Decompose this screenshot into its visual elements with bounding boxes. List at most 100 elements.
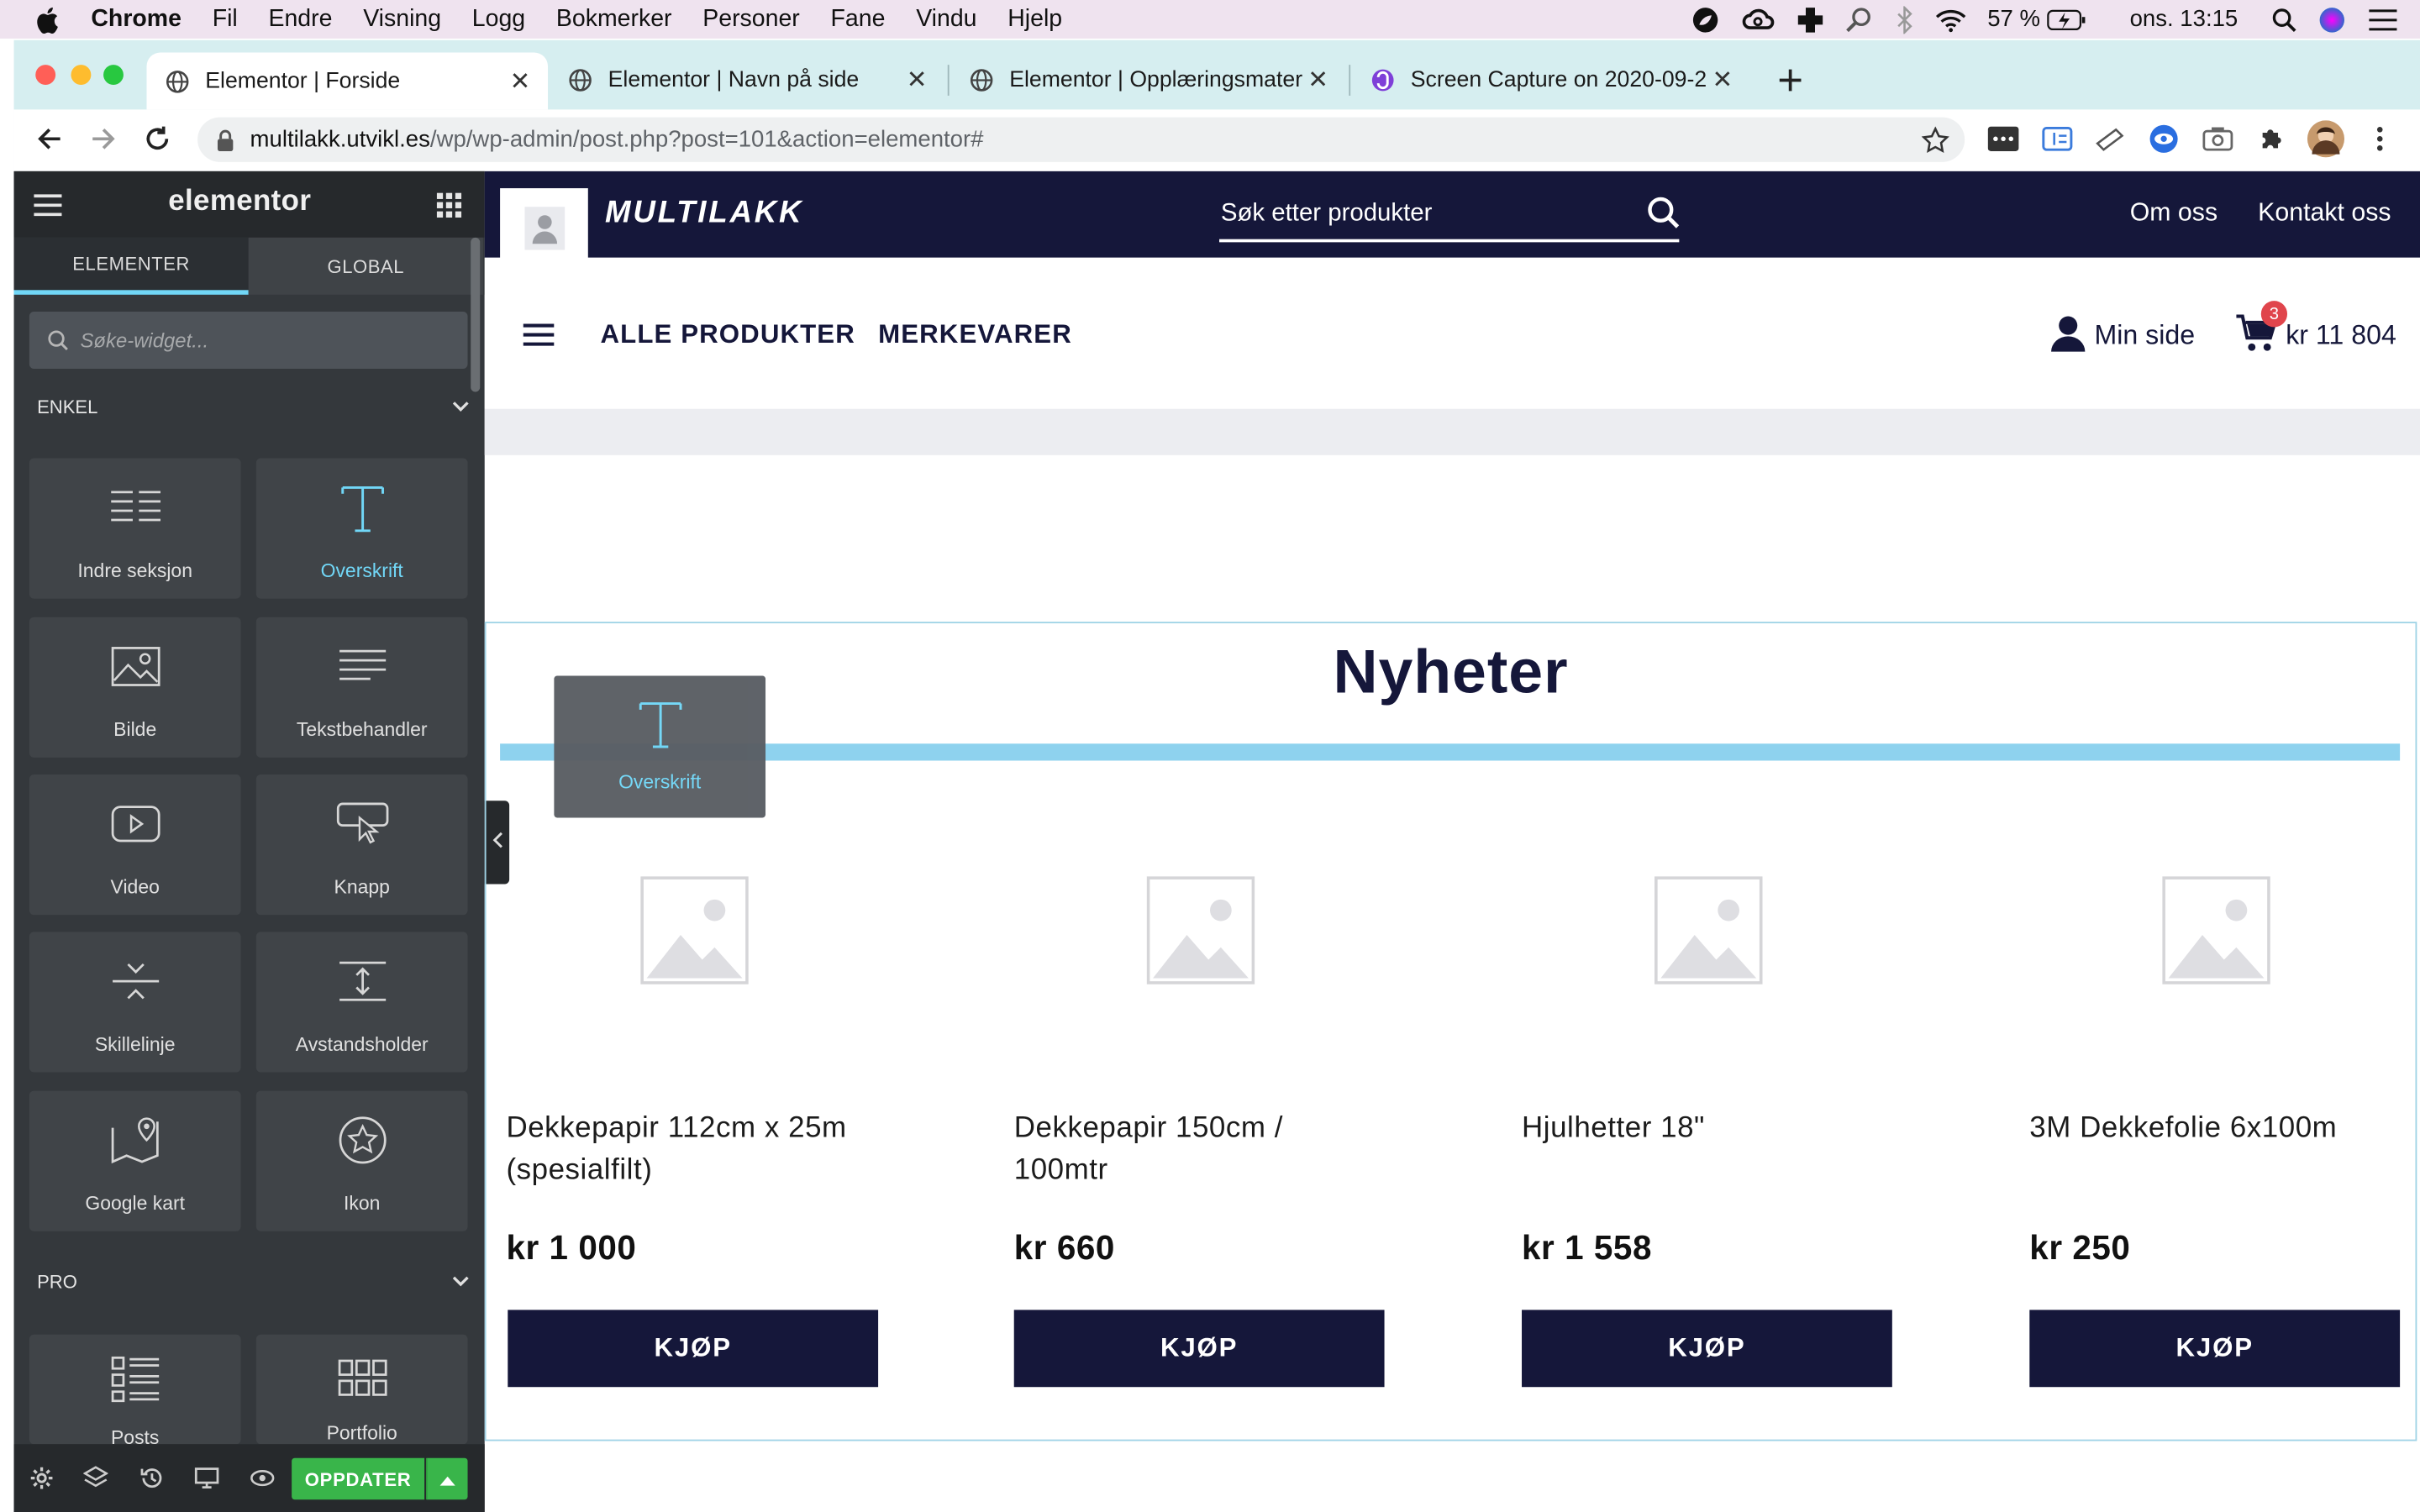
menu-people[interactable]: Personer	[702, 5, 800, 33]
profile-avatar[interactable]	[2307, 120, 2345, 158]
extensions-puzzle-icon[interactable]	[2256, 123, 2287, 155]
tab-elementor-opplaering[interactable]: Elementor | Opplæringsmateriell ✕	[950, 52, 1345, 108]
widget-text-editor[interactable]: Tekstbehandler	[255, 617, 468, 758]
site-search-icon[interactable]	[1647, 196, 1681, 229]
buy-button[interactable]: KJØP	[1522, 1310, 1892, 1388]
widget-divider[interactable]: Skillelinje	[29, 932, 241, 1073]
panel-scrollbar[interactable]	[471, 237, 481, 392]
product-name[interactable]: Dekkepapir 150cm / 100mtr	[1014, 1108, 1369, 1191]
apple-icon[interactable]	[34, 5, 58, 34]
widget-spacer[interactable]: Avstandsholder	[255, 932, 468, 1073]
leaf-icon[interactable]	[1691, 5, 1719, 33]
clock-text[interactable]: ons. 13:15	[2130, 6, 2238, 32]
address-bar[interactable]: multilakk.utvikl.es/wp/wp-admin/post.php…	[197, 117, 1965, 162]
widget-search-input[interactable]: Søke-widget...	[29, 312, 468, 369]
category-pro[interactable]: PRO	[37, 1267, 469, 1298]
tab-close-icon[interactable]: ✕	[902, 65, 933, 96]
product-name[interactable]: Hjulhetter 18"	[1522, 1108, 1892, 1150]
hamburger-menu-icon[interactable]	[33, 193, 64, 218]
widget-image[interactable]: Bilde	[29, 617, 241, 758]
product-image-placeholder[interactable]	[1654, 876, 1763, 984]
widget-posts[interactable]: Posts	[29, 1334, 241, 1445]
extension-eye-icon[interactable]	[2149, 123, 2180, 155]
buy-button[interactable]: KJØP	[1013, 1310, 1385, 1388]
creative-cloud-icon[interactable]	[1740, 7, 1774, 31]
tab-close-icon[interactable]: ✕	[1302, 65, 1334, 96]
widget-heading[interactable]: Overskrift	[255, 458, 468, 599]
battery-icon[interactable]	[2046, 8, 2086, 30]
menu-help[interactable]: Hjelp	[1007, 5, 1062, 33]
notification-center-icon[interactable]	[2368, 7, 2399, 31]
site-search-input[interactable]: Søk etter produkter	[1221, 201, 1653, 228]
category-basic[interactable]: ENKEL	[37, 392, 469, 423]
tab-elementer[interactable]: ELEMENTER	[13, 237, 249, 295]
magnifier-icon[interactable]	[1845, 5, 1873, 33]
update-options-button[interactable]	[425, 1457, 468, 1500]
responsive-desktop-icon[interactable]	[190, 1462, 224, 1494]
tab-close-icon[interactable]: ✕	[505, 66, 536, 97]
menu-window[interactable]: Vindu	[916, 5, 976, 33]
cart-total[interactable]: kr 11 804	[2286, 319, 2396, 352]
menu-bookmarks[interactable]: Bokmerker	[556, 5, 672, 33]
tab-elementor-navn[interactable]: Elementor | Navn på side ✕	[550, 52, 944, 108]
product-image-placeholder[interactable]	[640, 876, 749, 984]
widget-inner-section[interactable]: Indre seksjon	[29, 458, 241, 599]
widgets-grid-icon[interactable]	[436, 192, 462, 218]
plus-icon[interactable]	[1796, 5, 1823, 33]
menu-edit[interactable]: Endre	[268, 5, 332, 33]
navigator-layers-icon[interactable]	[79, 1462, 113, 1494]
menu-app-name[interactable]: Chrome	[91, 5, 182, 33]
menu-view[interactable]: Visning	[363, 5, 441, 33]
window-zoom-button[interactable]	[103, 65, 124, 86]
spotlight-icon[interactable]	[2272, 7, 2296, 32]
site-menu-icon[interactable]	[523, 323, 555, 347]
extension-dots-icon[interactable]	[1987, 123, 2019, 155]
buy-button[interactable]: KJØP	[508, 1310, 879, 1388]
dragged-heading-widget[interactable]: Overskrift	[554, 675, 766, 818]
wifi-icon[interactable]	[1935, 7, 1966, 32]
product-name[interactable]: 3M Dekkefolie 6x100m	[2029, 1108, 2407, 1150]
widget-icon[interactable]: Ikon	[255, 1090, 468, 1231]
settings-gear-icon[interactable]	[24, 1462, 58, 1494]
user-account-icon[interactable]	[2051, 315, 2086, 352]
menu-history[interactable]: Logg	[472, 5, 525, 33]
extension-pen-icon[interactable]	[2094, 123, 2125, 155]
widget-portfolio[interactable]: Portfolio	[255, 1334, 468, 1445]
site-brand[interactable]: MULTILAKK	[605, 196, 803, 231]
product-name[interactable]: Dekkepapir 112cm x 25m (spesialfilt)	[506, 1108, 892, 1191]
tab-elementor-forside[interactable]: Elementor | Forside ✕	[146, 52, 549, 110]
extension-camera-icon[interactable]	[2202, 123, 2233, 155]
extension-reader-icon[interactable]	[2042, 123, 2073, 155]
lock-icon[interactable]	[216, 129, 234, 151]
reload-icon[interactable]	[139, 120, 176, 157]
product-image-placeholder[interactable]	[2162, 876, 2270, 984]
link-min-side[interactable]: Min side	[2094, 319, 2195, 352]
window-close-button[interactable]	[35, 65, 56, 86]
buy-button[interactable]: KJØP	[2029, 1310, 2401, 1388]
nav-merkevarer[interactable]: MERKEVARER	[878, 319, 1072, 350]
window-minimize-button[interactable]	[71, 65, 92, 86]
update-button[interactable]: OPPDATER	[292, 1457, 425, 1500]
bookmark-star-icon[interactable]	[1921, 126, 1949, 160]
link-kontakt-oss[interactable]: Kontakt oss	[2258, 199, 2391, 228]
widget-google-map[interactable]: Google kart	[29, 1090, 241, 1231]
nav-alle-produkter[interactable]: ALLE PRODUKTER	[600, 319, 855, 350]
product-image-placeholder[interactable]	[1146, 876, 1255, 984]
chrome-menu-icon[interactable]	[2365, 123, 2396, 155]
section-heading[interactable]: Nyheter	[485, 638, 2417, 708]
preview-eye-icon[interactable]	[245, 1462, 279, 1494]
history-icon[interactable]	[134, 1462, 168, 1494]
widget-button[interactable]: Knapp	[255, 774, 468, 916]
new-tab-icon[interactable]	[1772, 61, 1809, 98]
bluetooth-icon[interactable]	[1895, 5, 1913, 34]
tab-close-icon[interactable]: ✕	[1707, 65, 1738, 96]
tab-global[interactable]: GLOBAL	[248, 237, 483, 295]
link-om-oss[interactable]: Om oss	[2130, 199, 2217, 228]
menu-file[interactable]: Fil	[213, 5, 238, 33]
back-icon[interactable]	[31, 120, 68, 157]
widget-video[interactable]: Video	[29, 774, 241, 916]
siri-icon[interactable]	[2318, 5, 2346, 33]
tab-screen-capture[interactable]: Screen Capture on 2020-09-2 ✕	[1352, 52, 1750, 108]
forward-icon[interactable]	[85, 120, 122, 157]
menu-tab[interactable]: Fane	[831, 5, 886, 33]
